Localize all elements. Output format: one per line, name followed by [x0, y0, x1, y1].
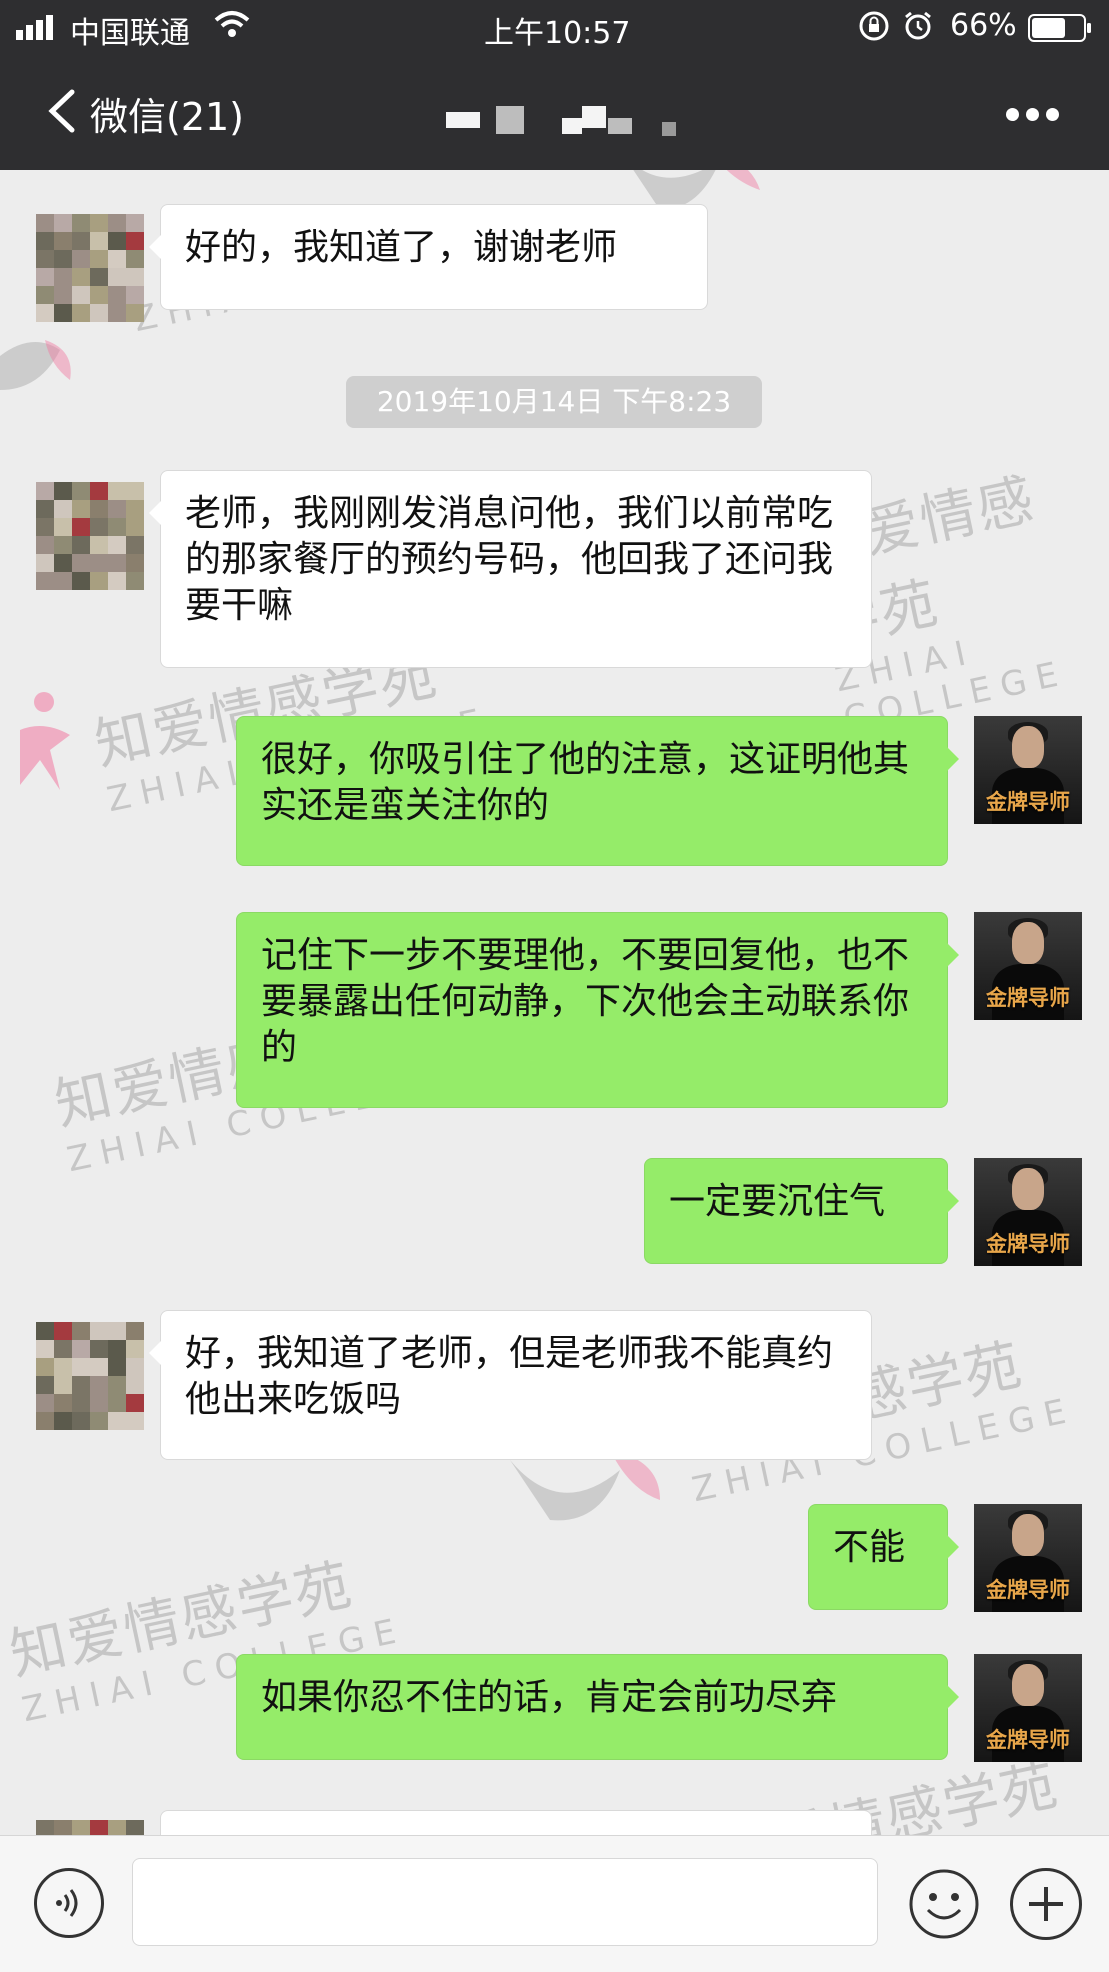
message-bubble[interactable]: 如果你忍不住的话，肯定会前功尽弃 [236, 1654, 959, 1760]
avatar[interactable] [36, 1820, 144, 1835]
chat-area[interactable]: ZHIAI COLLEGE 知爱情感学苑 ZHIAI COLLEGE 知爱情感学… [0, 170, 1109, 1835]
avatar-badge: 金牌导师 [986, 1578, 1070, 1602]
watermark-logo [0, 340, 71, 390]
alarm-icon [905, 11, 931, 40]
message-bubble-partial[interactable] [160, 1810, 872, 1835]
chat-title-redacted [440, 106, 700, 140]
message-text: 记住下一步不要理他，不要回复他，也不要暴露出任何动静，下次他会主动联系你的 [261, 935, 910, 1068]
avatar-badge: 金牌导师 [986, 986, 1070, 1010]
avatar[interactable]: 金牌导师 [974, 1654, 1082, 1762]
plus-icon[interactable] [1010, 1868, 1082, 1940]
input-bar [0, 1835, 1109, 1972]
message-bubble[interactable]: 不能 [808, 1504, 959, 1610]
orientation-lock-icon [859, 11, 889, 41]
status-time: 上午10:57 [484, 16, 631, 51]
avatar-badge: 金牌导师 [986, 1232, 1070, 1256]
signal-icon [16, 15, 53, 40]
nav-bar: 微信(21) [0, 56, 1109, 170]
message-text: 老师，我刚刚发消息问他，我们以前常吃的那家餐厅的预约号码，他回我了还问我要干嘛 [185, 493, 834, 626]
avatar-badge: 金牌导师 [986, 1728, 1070, 1752]
avatar[interactable] [36, 482, 144, 590]
more-dots-icon[interactable] [1006, 106, 1066, 125]
message-text: 好，我知道了老师，但是老师我不能真约他出来吃饭吗 [185, 1333, 834, 1420]
message-bubble[interactable]: 一定要沉住气 [644, 1158, 959, 1264]
watermark-logo [20, 692, 70, 790]
message-input[interactable] [132, 1858, 878, 1946]
avatar[interactable]: 金牌导师 [974, 716, 1082, 824]
message-bubble[interactable]: 好的，我知道了，谢谢老师 [149, 204, 708, 310]
battery-percent: 66% [950, 8, 1017, 43]
avatar[interactable] [36, 214, 144, 322]
message-text: 一定要沉住气 [669, 1181, 886, 1222]
chat-timestamp: 2019年10月14日 下午8:23 [346, 376, 762, 428]
message-bubble[interactable]: 很好，你吸引住了他的注意，这证明他其实还是蛮关注你的 [236, 716, 959, 866]
message-bubble[interactable]: 记住下一步不要理他，不要回复他，也不要暴露出任何动静，下次他会主动联系你的 [236, 912, 959, 1108]
avatar[interactable] [36, 1322, 144, 1430]
status-bar: 中国联通 上午10:57 66% [0, 0, 1109, 56]
message-text: 如果你忍不住的话，肯定会前功尽弃 [261, 1677, 838, 1718]
message-bubble[interactable]: 好，我知道了老师，但是老师我不能真约他出来吃饭吗 [149, 1310, 872, 1460]
message-text: 很好，你吸引住了他的注意，这证明他其实还是蛮关注你的 [261, 739, 910, 826]
avatar-badge: 金牌导师 [986, 790, 1070, 814]
avatar[interactable]: 金牌导师 [974, 1158, 1082, 1266]
chevron-left-icon[interactable] [42, 86, 86, 136]
message-text: 好的，我知道了，谢谢老师 [185, 227, 618, 268]
avatar[interactable]: 金牌导师 [974, 1504, 1082, 1612]
back-button[interactable]: 微信(21) [90, 86, 244, 141]
wifi-icon [214, 11, 250, 37]
avatar[interactable]: 金牌导师 [974, 912, 1082, 1020]
carrier-name: 中国联通 [70, 16, 190, 51]
message-bubble[interactable]: 老师，我刚刚发消息问他，我们以前常吃的那家餐厅的预约号码，他回我了还问我要干嘛 [149, 470, 872, 668]
message-text: 不能 [833, 1527, 906, 1568]
voice-icon[interactable] [34, 1868, 104, 1938]
battery-icon [1028, 14, 1091, 42]
emoji-icon[interactable] [908, 1868, 980, 1940]
